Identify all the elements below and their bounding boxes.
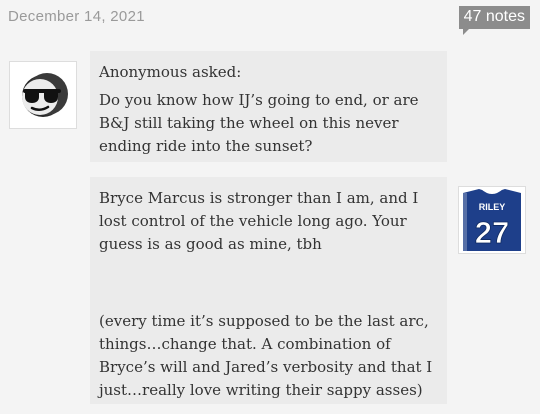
answer-paragraph: (every time it’s supposed to be the last…	[99, 312, 433, 399]
question-bubble: Anonymous asked: Do you know how IJ’s go…	[90, 51, 447, 162]
jersey-number: 27	[475, 215, 509, 250]
notes-count-badge[interactable]: 47 notes	[458, 6, 530, 35]
jersey-name: RILEY	[479, 202, 506, 212]
blog-avatar[interactable]: RILEY 27	[458, 186, 526, 254]
sunglasses-face-icon	[10, 62, 76, 128]
anonymous-avatar[interactable]	[9, 61, 77, 129]
question-text: Do you know how IJ’s going to end, or ar…	[99, 91, 419, 155]
answer-paragraph: Bryce Marcus is stronger than I am, and …	[99, 189, 419, 253]
post-date: December 14, 2021	[8, 8, 145, 25]
answer-bubble: Bryce Marcus is stronger than I am, and …	[90, 177, 447, 404]
asker-name: Anonymous asked:	[99, 63, 242, 81]
hockey-jersey-icon: RILEY 27	[459, 187, 525, 253]
